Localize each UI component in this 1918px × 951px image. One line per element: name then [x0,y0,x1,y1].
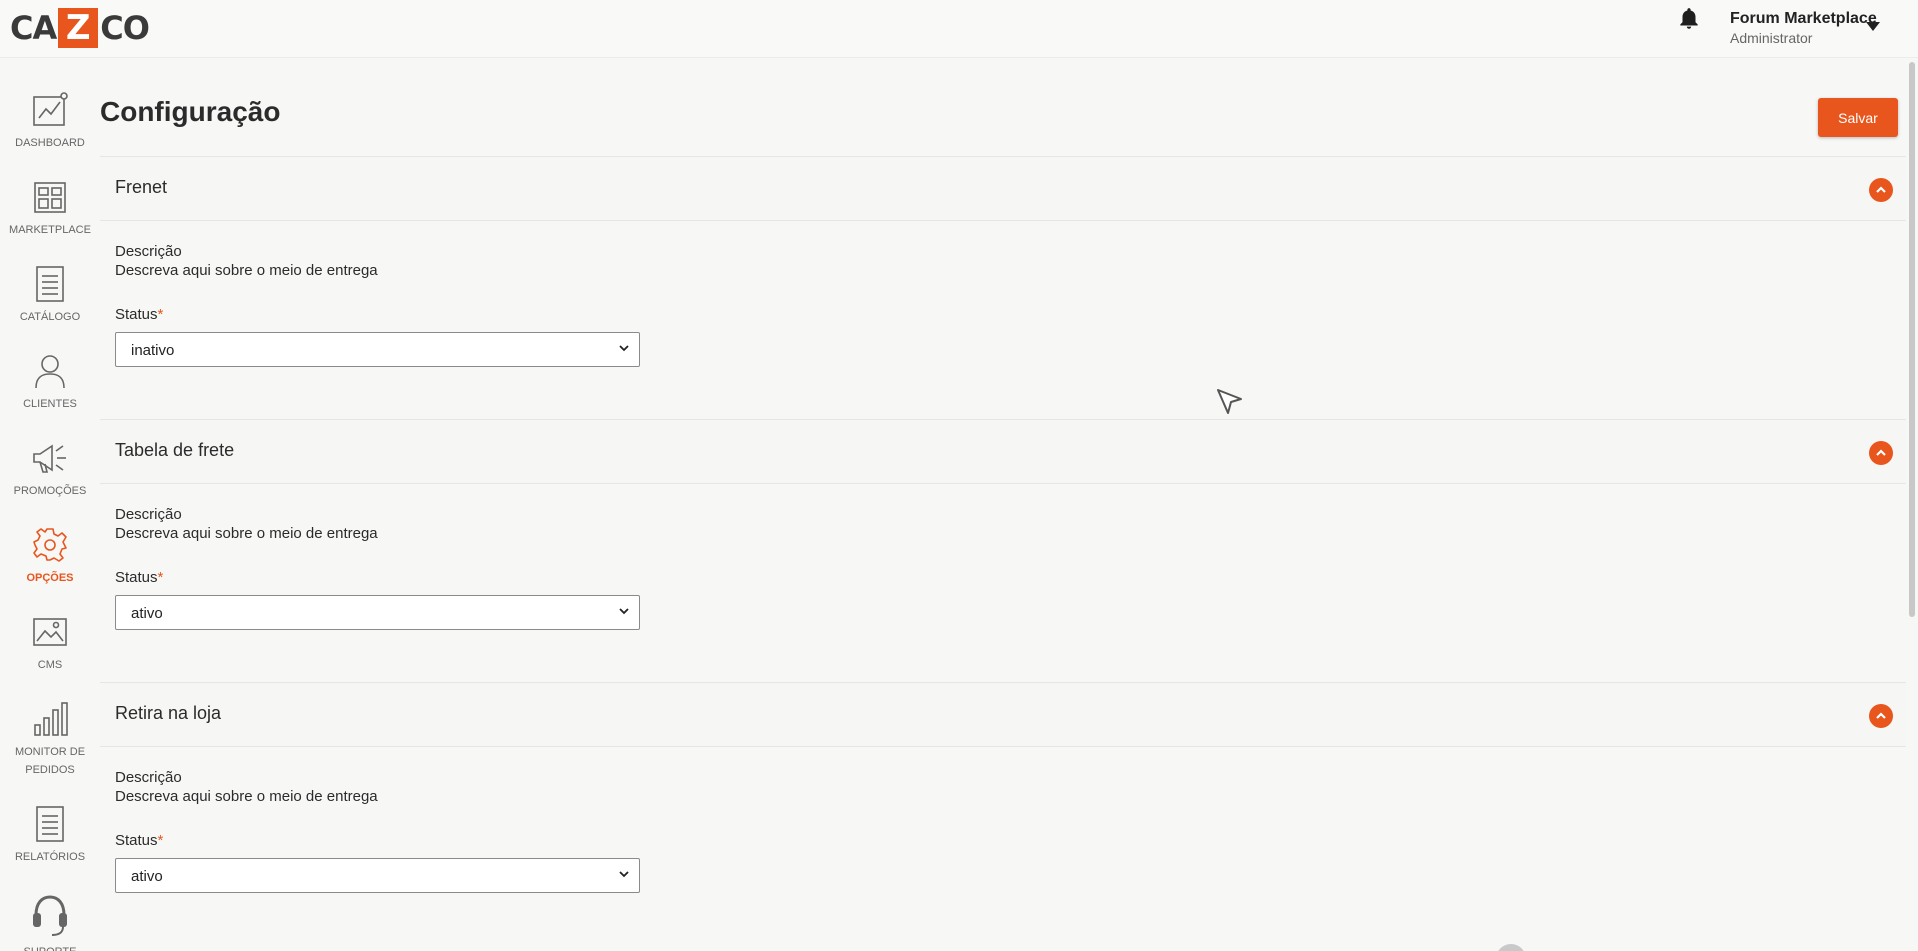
chart-icon [33,92,68,126]
sidebar-item-label: SUPORTE [0,943,100,951]
section-tabela-de-frete: Tabela de frete Descrição Descreva aqui … [100,419,1906,681]
status-select-value: inativo [131,342,175,359]
chevron-up-icon [1876,712,1886,719]
section-title: Frenet [115,177,168,197]
description-label: Descrição [115,769,182,786]
bell-icon[interactable] [1676,6,1702,32]
collapse-button[interactable] [1869,441,1893,465]
sidebar-item-label: MONITOR DE PEDIDOS [14,746,86,776]
status-select-value: ativo [131,605,163,622]
status-label-text: Status [115,569,158,586]
required-marker: * [157,569,164,586]
required-marker: * [157,832,164,849]
description-text: Descreva aqui sobre o meio de entrega [115,525,378,542]
chevron-up-icon [1876,186,1886,193]
report-icon [36,806,64,842]
headset-icon [33,895,67,936]
sidebar-item-label: CATÁLOGO [19,311,81,323]
logo-z-mark: Z [58,8,99,48]
section-title: Tabela de frete [115,440,235,460]
save-button[interactable]: Salvar [1818,98,1898,137]
section-body: Descrição Descreva aqui sobre o meio de … [100,484,1906,681]
page-title: Configuração [100,96,281,127]
section-title: Retira na loja [115,703,222,723]
description-label: Descrição [115,243,182,260]
image-icon [33,618,67,646]
chevron-down-icon[interactable] [1866,22,1880,31]
section-frenet: Frenet Descrição Descreva aqui sobre o m… [100,156,1906,418]
sidebar-item-clientes[interactable]: CLIENTES [0,353,100,413]
top-bar: CA Z CO Forum Marketplace Administrator [0,0,1918,58]
status-label-text: Status [115,306,158,323]
megaphone-icon [33,444,66,473]
chevron-down-icon [619,608,629,615]
sidebar: DASHBOARD MARKETPLACE CATÁLOGO CLIENTES [0,58,100,951]
sidebar-item-label: MARKETPLACE [9,224,91,236]
chevron-down-icon [619,345,629,352]
storefront-icon [34,182,66,213]
page-scrollbar[interactable] [1909,62,1915,617]
logo-text-right: CO [100,9,150,47]
chevron-down-icon [619,871,629,878]
user-name: Forum Marketplace [1730,10,1877,27]
gear-icon [33,528,67,562]
user-menu[interactable]: Forum Marketplace Administrator [1730,9,1877,47]
sidebar-item-label: OPÇÕES [26,572,74,584]
section-retira-na-loja: Retira na loja Descrição Descreva aqui s… [100,682,1906,944]
bar-chart-icon [34,702,68,736]
description-text: Descreva aqui sobre o meio de entrega [115,262,378,279]
collapse-button[interactable] [1869,704,1893,728]
sidebar-item-monitor-de-pedidos[interactable]: MONITOR DE PEDIDOS [0,701,100,779]
sidebar-item-dashboard[interactable]: DASHBOARD [0,92,100,152]
sidebar-item-catalogo[interactable]: CATÁLOGO [0,266,100,326]
status-label: Status* [115,832,163,849]
catalog-icon [36,266,64,302]
mouse-cursor-icon [1217,389,1242,414]
section-header[interactable]: Frenet [100,156,1906,221]
cazco-logo[interactable]: CA Z CO [10,8,150,48]
section-header[interactable]: Retira na loja [100,682,1906,747]
sidebar-item-label: RELATÓRIOS [14,851,86,863]
user-role: Administrator [1730,30,1813,46]
sidebar-item-suporte[interactable]: SUPORTE [0,893,100,951]
status-label: Status* [115,306,163,323]
description-text: Descreva aqui sobre o meio de entrega [115,788,378,805]
sidebar-item-marketplace[interactable]: MARKETPLACE [0,179,100,239]
section-header[interactable]: Tabela de frete [100,419,1906,484]
section-body: Descrição Descreva aqui sobre o meio de … [100,747,1906,944]
sidebar-item-label: PROMOÇÕES [13,485,87,497]
logo-text-left: CA [10,9,57,47]
status-label-text: Status [115,832,158,849]
status-label: Status* [115,569,163,586]
sidebar-item-relatorios[interactable]: RELATÓRIOS [0,806,100,866]
sidebar-item-label: CLIENTES [23,398,77,410]
chevron-up-icon [1876,449,1886,456]
person-icon [35,355,65,389]
sidebar-item-cms[interactable]: CMS [0,614,100,674]
sidebar-item-label: DASHBOARD [15,137,85,149]
status-select[interactable]: ativo [115,858,640,893]
sidebar-item-promocoes[interactable]: PROMOÇÕES [0,440,100,500]
collapse-button[interactable] [1869,178,1893,202]
sidebar-item-opcoes[interactable]: OPÇÕES [0,527,100,587]
status-select[interactable]: inativo [115,332,640,367]
status-select-value: ativo [131,868,163,885]
description-label: Descrição [115,506,182,523]
sidebar-item-label: CMS [37,659,63,671]
required-marker: * [157,306,164,323]
status-select[interactable]: ativo [115,595,640,630]
section-body: Descrição Descreva aqui sobre o meio de … [100,221,1906,418]
loading-spinner [1496,944,1526,951]
